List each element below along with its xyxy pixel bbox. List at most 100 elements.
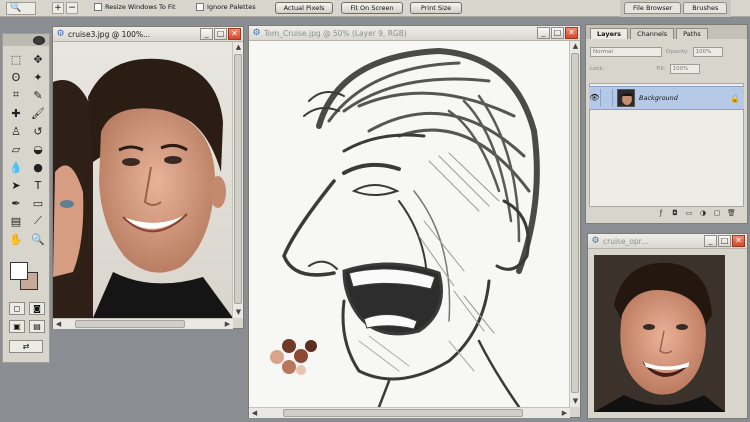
minimize-button[interactable]: _: [200, 28, 213, 40]
maximize-button[interactable]: □: [214, 28, 227, 40]
tab-channels[interactable]: Channels: [630, 28, 675, 39]
layers-palette: Layers Channels Paths Normal Opacity: 10…: [585, 24, 748, 224]
zoom-out-button[interactable]: −: [66, 2, 78, 14]
checkbox-box[interactable]: [196, 3, 204, 11]
trash-icon[interactable]: 🗑: [727, 209, 736, 217]
scroll-left-icon[interactable]: ◀: [53, 319, 64, 330]
link-brush-icon[interactable]: [601, 89, 613, 107]
layer-style-icon[interactable]: ƒ: [657, 209, 665, 217]
scroll-right-icon[interactable]: ▶: [559, 408, 570, 419]
zoom-tool-preset-picker[interactable]: 🔍: [6, 2, 36, 15]
pen-tool-icon[interactable]: ✒: [7, 195, 25, 211]
dodge-tool-icon[interactable]: ●: [29, 159, 47, 175]
opacity-label: Opacity:: [666, 48, 689, 55]
opacity-field[interactable]: 100%: [692, 46, 723, 57]
notes-tool-icon[interactable]: ▤: [7, 213, 25, 229]
scroll-thumb[interactable]: [75, 320, 185, 328]
document-icon: ⚙: [56, 29, 65, 39]
resize-windows-checkbox[interactable]: Resize Windows To Fit: [94, 3, 176, 11]
screen-mode-row: ▣ ▤: [9, 320, 45, 333]
scroll-thumb[interactable]: [283, 409, 523, 417]
minimize-button[interactable]: _: [704, 235, 717, 247]
window-buttons: _ □ ✕: [537, 27, 578, 39]
standard-screen-icon[interactable]: ▣: [9, 320, 25, 333]
scroll-thumb[interactable]: [571, 53, 579, 393]
maximize-button[interactable]: □: [551, 27, 564, 39]
scroll-up-icon[interactable]: ▲: [233, 42, 244, 53]
tab-paths[interactable]: Paths: [676, 28, 708, 39]
zoom-in-button[interactable]: +: [52, 2, 64, 14]
adjustment-layer-icon[interactable]: ◑: [699, 209, 707, 217]
cruise-opr-photo-image: [594, 255, 725, 412]
blur-tool-icon[interactable]: 💧: [7, 159, 25, 175]
close-button[interactable]: ✕: [565, 27, 578, 39]
document-icon: ⚙: [591, 236, 600, 246]
adobe-online-icon[interactable]: [33, 35, 45, 45]
cruise3-photo-image: [53, 42, 233, 318]
move-tool-icon[interactable]: ✥: [29, 51, 47, 67]
ignore-palettes-label: Ignore Palettes: [207, 3, 256, 11]
maximize-button[interactable]: □: [718, 235, 731, 247]
close-button[interactable]: ✕: [228, 28, 241, 40]
brushes-tab[interactable]: Brushes: [683, 2, 728, 14]
scroll-up-icon[interactable]: ▲: [570, 41, 581, 52]
scroll-left-icon[interactable]: ◀: [249, 408, 260, 419]
crop-tool-icon[interactable]: ⌗: [7, 87, 25, 103]
paint-bucket-tool-icon[interactable]: ◒: [29, 141, 47, 157]
layer-mask-icon[interactable]: ◘: [671, 209, 679, 217]
sketch-vertical-scrollbar[interactable]: ▲ ▼: [569, 41, 580, 407]
scroll-right-icon[interactable]: ▶: [222, 319, 233, 330]
fit-on-screen-button[interactable]: Fit On Screen: [341, 2, 403, 14]
magic-wand-tool-icon[interactable]: ✦: [29, 69, 47, 85]
ignore-palettes-checkbox[interactable]: Ignore Palettes: [196, 3, 256, 11]
eyedropper-tool-icon[interactable]: ⟋: [29, 213, 47, 229]
caricature-canvas[interactable]: [249, 41, 570, 407]
marquee-tool-icon[interactable]: ⬚: [7, 51, 25, 67]
standard-mode-icon[interactable]: ◻: [9, 302, 25, 315]
toolbox: ⬚ ✥ ʘ ✦ ⌗ ✎ ✚ 🖌 ♙ ↺ ▱ ◒ 💧 ● ➤ T ✒ ▭ ▤ ⟋ …: [2, 33, 50, 363]
minimize-button[interactable]: _: [537, 27, 550, 39]
blend-mode-select[interactable]: Normal: [590, 46, 662, 57]
layer-row-background[interactable]: 👁 Background 🔒: [589, 86, 744, 110]
quick-mask-icon[interactable]: ◙: [29, 302, 45, 315]
cruise-opr-title: cruise_opr...: [603, 236, 649, 246]
path-selection-tool-icon[interactable]: ➤: [7, 177, 25, 193]
history-brush-tool-icon[interactable]: ↺: [29, 123, 47, 139]
cruise3-vertical-scrollbar[interactable]: ▲ ▼: [232, 42, 243, 318]
full-screen-menu-icon[interactable]: ▤: [29, 320, 45, 333]
scroll-down-icon[interactable]: ▼: [233, 307, 244, 318]
clone-stamp-tool-icon[interactable]: ♙: [7, 123, 25, 139]
jump-to-imageready-icon[interactable]: ⇄: [9, 340, 43, 353]
scroll-down-icon[interactable]: ▼: [570, 396, 581, 407]
hand-tool-icon[interactable]: ✋: [7, 231, 25, 247]
brush-tool-icon[interactable]: 🖌: [29, 105, 47, 121]
type-tool-icon[interactable]: T: [29, 177, 47, 193]
tab-layers[interactable]: Layers: [590, 28, 629, 39]
visibility-eye-icon[interactable]: 👁: [589, 89, 601, 107]
new-set-icon[interactable]: ▭: [685, 209, 693, 217]
cruise3-horizontal-scrollbar[interactable]: ◀ ▶: [53, 318, 233, 329]
actual-pixels-button[interactable]: Actual Pixels: [275, 2, 333, 14]
healing-brush-tool-icon[interactable]: ✚: [7, 105, 25, 121]
cruise3-titlebar[interactable]: ⚙ cruise3.jpg @ 100%... _ □ ✕: [53, 27, 243, 42]
foreground-color-swatch[interactable]: [10, 262, 28, 280]
shape-tool-icon[interactable]: ▭: [29, 195, 47, 211]
layer-thumbnail: [617, 89, 635, 107]
tool-grid: ⬚ ✥ ʘ ✦ ⌗ ✎ ✚ 🖌 ♙ ↺ ▱ ◒ 💧 ● ➤ T ✒ ▭ ▤ ⟋ …: [7, 51, 47, 248]
eraser-tool-icon[interactable]: ▱: [7, 141, 25, 157]
layers-bottom-bar: ƒ ◘ ▭ ◑ ▢ 🗑: [586, 209, 747, 221]
sketch-horizontal-scrollbar[interactable]: ◀ ▶: [249, 407, 570, 418]
checkbox-box[interactable]: [94, 3, 102, 11]
lasso-tool-icon[interactable]: ʘ: [7, 69, 25, 85]
scroll-thumb[interactable]: [234, 54, 242, 304]
tom-cruise-titlebar[interactable]: ⚙ Tom_Cruise.jpg @ 50% (Layer 9, RGB) _ …: [249, 26, 580, 41]
zoom-tool-icon[interactable]: 🔍: [29, 231, 47, 247]
close-button[interactable]: ✕: [732, 235, 745, 247]
file-browser-tab[interactable]: File Browser: [624, 2, 682, 14]
slice-tool-icon[interactable]: ✎: [29, 87, 47, 103]
fill-field[interactable]: 100%: [669, 63, 700, 74]
cruise3-title: cruise3.jpg @ 100%...: [68, 29, 151, 39]
print-size-button[interactable]: Print Size: [410, 2, 462, 14]
cruise-opr-titlebar[interactable]: ⚙ cruise_opr... _ □ ✕: [588, 234, 747, 249]
new-layer-icon[interactable]: ▢: [713, 209, 721, 217]
